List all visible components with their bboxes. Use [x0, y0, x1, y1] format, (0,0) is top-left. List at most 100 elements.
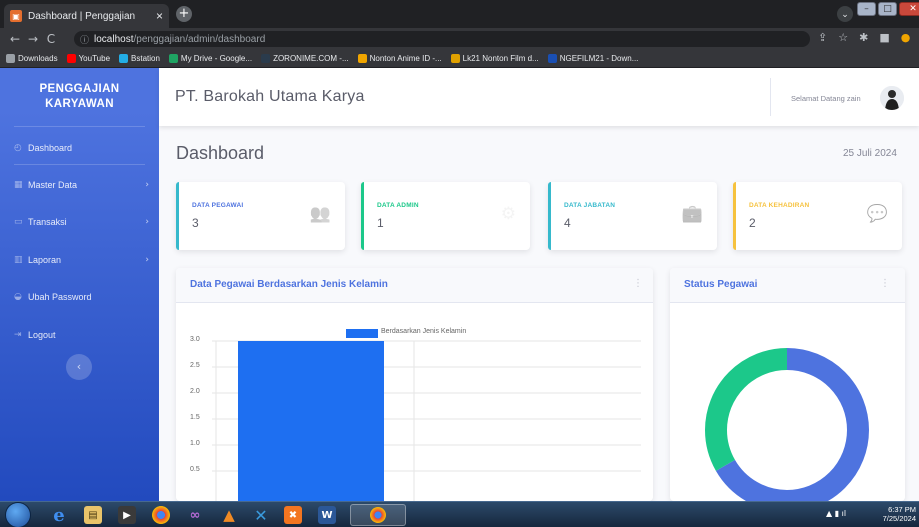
- vscode-icon[interactable]: ✕: [252, 506, 270, 525]
- lock-icon: ◒: [14, 292, 22, 302]
- stat-card-data-pegawai: DATA PEGAWAI 3 👥: [176, 182, 345, 250]
- sidebar-toggle-button[interactable]: ‹: [66, 354, 92, 380]
- bookmark-label: ZORONIME.COM -...: [273, 54, 349, 63]
- xampp-icon[interactable]: ✖: [284, 506, 302, 524]
- maximize-button[interactable]: □: [878, 2, 897, 16]
- stat-card-data-admin: DATA ADMIN 1 ⚙: [361, 182, 530, 250]
- start-button[interactable]: [6, 503, 30, 527]
- bookmark-item[interactable]: Nonton Anime ID -...: [357, 54, 442, 63]
- sidebar-divider: [14, 164, 145, 165]
- bookmark-favicon-icon: [119, 54, 129, 63]
- card-accent-bar: [548, 182, 551, 250]
- briefcase-icon: 💼: [681, 204, 703, 224]
- profile-icon[interactable]: ●: [901, 31, 911, 44]
- vlc-icon[interactable]: ▲: [220, 506, 238, 524]
- close-window-button[interactable]: ✕: [899, 2, 919, 16]
- minimize-button[interactable]: –: [857, 2, 876, 16]
- user-avatar-icon: [880, 86, 904, 110]
- url-path: /penggajian/admin/dashboard: [133, 33, 266, 45]
- sidebar-item-dashboard[interactable]: ◴ Dashboard: [0, 134, 159, 162]
- media-player-icon[interactable]: ▶: [118, 506, 136, 524]
- bar-chart-panel: Data Pegawai Berdasarkan Jenis Kelamin ⋮…: [176, 268, 653, 501]
- site-info-icon[interactable]: ⓘ: [80, 33, 89, 46]
- company-name: PT. Barokah Utama Karya: [175, 88, 365, 105]
- sidebar-brand[interactable]: PENGGAJIAN KARYAWAN: [0, 68, 159, 126]
- tab-search-icon[interactable]: ⌄: [837, 6, 853, 22]
- infinity-app-icon[interactable]: ∞: [186, 506, 204, 524]
- card-label: DATA ADMIN: [377, 202, 419, 209]
- bar[interactable]: [238, 341, 384, 501]
- users-icon: 👥: [309, 204, 331, 224]
- new-tab-button[interactable]: +: [176, 6, 192, 22]
- extensions-icon[interactable]: ✱: [859, 31, 868, 44]
- tab-title: Dashboard | Penggajian: [28, 10, 136, 22]
- comments-icon: 💬: [866, 204, 888, 224]
- avatar[interactable]: [880, 86, 904, 110]
- sidepanel-icon[interactable]: ■: [879, 31, 889, 44]
- bookmark-item[interactable]: ZORONIME.COM -...: [261, 54, 349, 63]
- donut-chart-panel: Status Pegawai ⋮: [670, 268, 905, 501]
- sidebar-item-label: Ubah Password: [28, 292, 92, 302]
- sidebar-item-label: Transaksi: [28, 217, 67, 227]
- chrome-icon[interactable]: [152, 506, 170, 524]
- explorer-icon[interactable]: ▤: [84, 506, 102, 524]
- card-value: 2: [749, 216, 756, 230]
- bookmark-label: Downloads: [18, 54, 58, 63]
- forward-icon[interactable]: →: [24, 32, 42, 46]
- card-value: 4: [564, 216, 571, 230]
- chevron-right-icon: ›: [145, 217, 149, 227]
- logout-icon: ⇥: [14, 330, 22, 340]
- bookmark-item[interactable]: YouTube: [66, 54, 111, 63]
- reload-icon[interactable]: C: [42, 32, 60, 46]
- sidebar-item-master-data[interactable]: ▦ Master Data ›: [0, 171, 159, 199]
- card-accent-bar: [176, 182, 179, 250]
- tab-close-icon[interactable]: ×: [156, 9, 163, 23]
- chrome-icon: [370, 507, 386, 523]
- sidebar-item-label: Laporan: [28, 255, 62, 265]
- file-icon: ▥: [14, 255, 23, 265]
- bookmark-item[interactable]: Bstation: [119, 54, 160, 63]
- bookmark-star-icon[interactable]: ☆: [838, 31, 848, 44]
- bookmark-label: YouTube: [78, 54, 111, 63]
- database-icon: ▦: [14, 180, 23, 190]
- bookmark-item[interactable]: NGEFILM21 - Down...: [547, 54, 639, 63]
- bookmark-label: Bstation: [131, 54, 160, 63]
- topbar-divider: [770, 78, 771, 116]
- sidebar-item-transaksi[interactable]: ▭ Transaksi ›: [0, 208, 159, 236]
- url-field[interactable]: ⓘ localhost /penggajian/admin/dashboard: [74, 31, 810, 47]
- user-cog-icon: ⚙: [500, 204, 516, 224]
- sidebar: PENGGAJIAN KARYAWAN ‹ ◴ Dashboard ▦ Master …: [0, 68, 159, 501]
- bookmarks-bar: Downloads YouTube Bstation My Drive - Googl…: [0, 50, 919, 68]
- user-greeting[interactable]: Selamat Datang zain: [791, 94, 861, 103]
- page-date: 25 Juli 2024: [843, 148, 897, 159]
- chevron-right-icon: ›: [145, 180, 149, 190]
- clock-time: 6:37 PM: [888, 505, 916, 514]
- money-icon: ▭: [14, 217, 23, 227]
- windows-taskbar: e ▤ ▶ ∞ ▲ ✕ ✖ W ▲ ▮ ıl 6:37 PM 7/25/2024: [0, 501, 919, 527]
- sidebar-item-logout[interactable]: ⇥ Logout: [0, 321, 159, 349]
- url-host: localhost: [94, 33, 134, 45]
- bookmark-label: NGEFILM21 - Down...: [559, 54, 639, 63]
- sidebar-item-label: Master Data: [28, 180, 78, 190]
- bookmark-favicon-icon: [547, 54, 557, 63]
- active-chrome-window[interactable]: [350, 504, 406, 526]
- card-value: 1: [377, 216, 384, 230]
- bookmark-item[interactable]: Downloads: [6, 54, 58, 63]
- bookmark-favicon-icon: [261, 54, 271, 63]
- taskbar-clock[interactable]: 6:37 PM 7/25/2024: [872, 505, 916, 523]
- bookmark-item[interactable]: My Drive - Google...: [168, 54, 252, 63]
- system-tray-icons[interactable]: ▲ ▮ ıl: [826, 509, 846, 518]
- sidebar-item-ubah-password[interactable]: ◒ Ubah Password: [0, 283, 159, 311]
- bookmark-item[interactable]: Lk21 Nonton Film d...: [450, 54, 539, 63]
- share-icon[interactable]: ⇪: [818, 31, 827, 44]
- back-icon[interactable]: ←: [6, 32, 24, 46]
- toolbar-icons: ⇪ ☆ ✱ ■ ● ⋮: [818, 31, 919, 44]
- card-label: DATA KEHADIRAN: [749, 202, 810, 209]
- bookmark-favicon-icon: [357, 54, 367, 63]
- word-icon[interactable]: W: [318, 506, 336, 524]
- sidebar-item-laporan[interactable]: ▥ Laporan ›: [0, 246, 159, 274]
- sidebar-item-label: Logout: [28, 330, 56, 340]
- card-label: DATA PEGAWAI: [192, 202, 244, 209]
- ie-icon[interactable]: e: [50, 505, 68, 526]
- browser-tab[interactable]: ▣ Dashboard | Penggajian ×: [4, 4, 169, 28]
